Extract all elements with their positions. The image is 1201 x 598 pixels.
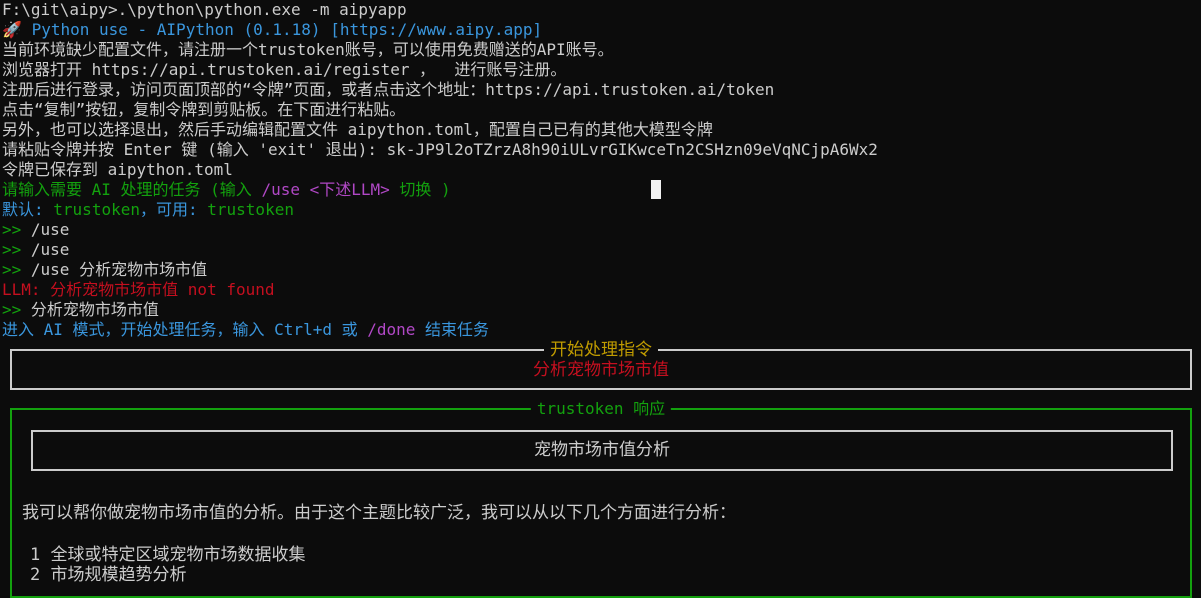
response-heading-box: 宠物市场市值分析 — [31, 430, 1173, 471]
setup-line-7: 令牌已保存到 aipython.toml — [2, 160, 233, 179]
text-cursor — [651, 180, 661, 199]
prompt-symbol: >> — [2, 300, 22, 319]
prompt-symbol: >> — [2, 240, 22, 259]
default-llm-line: 默认: trustoken，可用: trustoken — [2, 200, 1201, 220]
task-prompt-line: 请输入需要 AI 处理的任务 (输入 /use <下述LLM> 切换 ) — [2, 180, 1201, 200]
setup-line-4: 点击“复制”按钮，复制令牌到剪贴板。在下面进行粘贴。 — [2, 100, 406, 119]
available-label: ，可用: — [139, 200, 208, 219]
task-prompt-tail: 切换 ) — [389, 180, 451, 199]
prompt-symbol: >> — [2, 220, 22, 239]
task-prompt-text: 请输入需要 AI 处理的任务 (输入 — [2, 180, 262, 199]
start-instruction-panel: 开始处理指令 分析宠物市场市值 — [10, 339, 1192, 390]
input-line-2: >> /use — [2, 240, 1201, 260]
default-value: trustoken — [53, 200, 140, 219]
input-text: /use 分析宠物市场市值 — [21, 260, 208, 279]
response-panel: trustoken 响应 宠物市场市值分析 我可以帮你做宠物市场市值的分析。由于… — [10, 398, 1192, 598]
ai-mode-line: 进入 AI 模式，开始处理任务，输入 Ctrl+d 或 /done 结束任务 — [2, 320, 1201, 340]
list-item-number: 2 — [30, 565, 41, 585]
setup-line-1: 当前环境缺少配置文件，请注册一个trustoken账号，可以使用免费赠送的API… — [2, 40, 614, 59]
banner-url[interactable]: [https://www.aipy.app] — [330, 20, 542, 39]
list-item-text: 市场规模趋势分析 — [50, 565, 187, 585]
setup-line-2: 浏览器打开 https://api.trustoken.ai/register … — [2, 60, 567, 79]
default-label: 默认: — [2, 200, 54, 219]
start-panel-body: 分析宠物市场市值 — [533, 360, 669, 380]
available-value: trustoken — [207, 200, 294, 219]
prompt-symbol: >> — [2, 260, 22, 279]
input-line-3: >> /use 分析宠物市场市值 — [2, 260, 1201, 280]
input-text: /use — [21, 220, 70, 239]
input-line-1: >> /use — [2, 220, 1201, 240]
input-line-4: >> 分析宠物市场市值 — [2, 300, 1201, 320]
response-heading: 宠物市场市值分析 — [534, 440, 670, 460]
setup-line-3: 注册后进行登录，访问页面顶部的“令牌”页面，或者点击这个地址：https://a… — [2, 80, 775, 99]
start-panel-title: 开始处理指令 — [544, 339, 658, 361]
done-command: /done — [367, 320, 416, 339]
input-text: /use — [21, 240, 70, 259]
setup-line-6: 请粘贴令牌并按 Enter 键 (输入 'exit' 退出): sk-JP9l2… — [2, 140, 878, 159]
error-line: LLM: 分析宠物市场市值 not found — [2, 280, 275, 299]
banner-line: 🚀 Python use - AIPython (0.1.18) [https:… — [2, 20, 1201, 40]
response-panel-title: trustoken 响应 — [530, 398, 672, 420]
banner-text: Python use - AIPython (0.1.18) — [31, 20, 321, 39]
setup-line-5: 另外，也可以选择退出，然后手动编辑配置文件 aipython.toml，配置自己… — [2, 120, 713, 139]
response-intro: 我可以帮你做宠物市场市值的分析。由于这个主题比较广泛，我可以从以下几个方面进行分… — [22, 503, 736, 523]
terminal-output: F:\git\aipy>.\python\python.exe -m aipya… — [2, 0, 1201, 340]
ai-mode-text: 进入 AI 模式，开始处理任务，输入 Ctrl+d 或 — [2, 320, 368, 339]
input-text: 分析宠物市场市值 — [21, 300, 159, 319]
rocket-icon: 🚀 — [2, 20, 22, 39]
ai-mode-tail: 结束任务 — [415, 320, 490, 339]
list-item: 2 市场规模趋势分析 — [30, 560, 187, 585]
command-line: F:\git\aipy>.\python\python.exe -m aipya… — [2, 0, 407, 19]
use-command: /use — [261, 180, 300, 199]
llm-placeholder: <下述LLM> — [309, 180, 390, 199]
